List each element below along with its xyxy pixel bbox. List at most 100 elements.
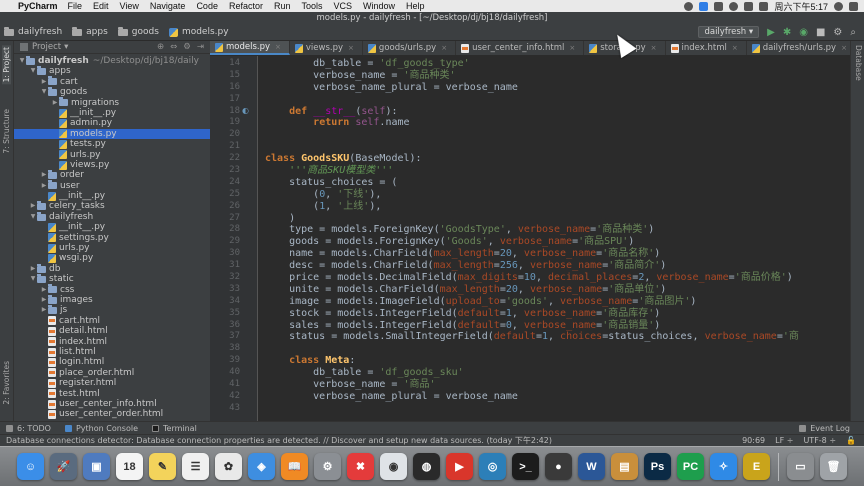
editor-icon[interactable]: E (743, 453, 770, 480)
close-icon[interactable]: × (651, 44, 657, 52)
photos-icon[interactable]: ✿ (215, 453, 242, 480)
python-console-tab[interactable]: Python Console (64, 424, 138, 433)
tree-item[interactable]: index.html (14, 337, 210, 347)
menu-tools[interactable]: Tools (301, 1, 322, 11)
code-line[interactable] (265, 403, 799, 415)
override-marker-icon[interactable]: ◐ (242, 106, 249, 115)
tree-item[interactable]: list.html (14, 347, 210, 357)
code-line[interactable]: type = models.ForeignKey('GoodsType', ve… (265, 224, 799, 236)
chevron-right-icon[interactable]: ▶ (40, 285, 48, 295)
tree-item[interactable]: ▶ order (14, 169, 210, 180)
tree-item[interactable]: tests.py (14, 139, 210, 149)
menu-view[interactable]: View (120, 1, 139, 11)
pycharm-icon[interactable]: PC (677, 453, 704, 480)
chevron-right-icon[interactable]: ▶ (51, 98, 59, 108)
caret-position[interactable]: 90:69 (742, 436, 765, 445)
code-line[interactable]: verbose_name_plural = verbose_name (265, 82, 799, 94)
code-line[interactable]: (0, '下线'), (265, 189, 799, 201)
code-line[interactable]: def __str__(self): (265, 106, 799, 118)
menu-code[interactable]: Code (196, 1, 218, 11)
chevron-right-icon[interactable]: ▶ (40, 181, 48, 191)
tree-item[interactable]: ▶ db (14, 263, 210, 274)
close-icon[interactable]: × (441, 44, 447, 52)
downloads-icon[interactable]: ▭ (787, 453, 814, 480)
chevron-right-icon[interactable]: ▶ (40, 77, 48, 87)
tree-item[interactable]: ▶ migrations (14, 97, 210, 108)
tree-item[interactable]: ▼ goods (14, 86, 210, 97)
run-config-select[interactable]: dailyfresh ▾ (698, 26, 760, 38)
chrome-icon[interactable]: ◉ (380, 453, 407, 480)
tree-item[interactable]: urls.py (14, 243, 210, 253)
tree-item[interactable]: ▶ cart (14, 76, 210, 87)
breadcrumb-apps[interactable]: apps (72, 26, 108, 37)
breadcrumb-goods[interactable]: goods (117, 26, 159, 37)
menu-help[interactable]: Help (406, 1, 425, 11)
lock-icon[interactable]: 🔓 (846, 436, 856, 445)
close-icon[interactable]: × (732, 44, 738, 52)
dropbox-icon[interactable] (699, 1, 709, 11)
close-icon[interactable]: × (348, 44, 354, 52)
chevron-down-icon[interactable]: ▼ (29, 66, 37, 76)
menu-navigate[interactable]: Navigate (150, 1, 186, 11)
xmind-icon[interactable]: ✖ (347, 453, 374, 480)
code-line[interactable]: '''商品SKU模型类''' (265, 165, 799, 177)
search-everywhere-icon[interactable]: ⌕ (850, 27, 856, 38)
terminal-icon[interactable]: >_ (512, 453, 539, 480)
editor-tab[interactable]: user_center_info.html × (456, 41, 585, 55)
tree-item[interactable]: test.html (14, 389, 210, 399)
code-line[interactable]: db_table = 'df_goods_sku' (265, 367, 799, 379)
menu-run[interactable]: Run (274, 1, 291, 11)
tree-item[interactable]: settings.py (14, 233, 210, 243)
line-separator[interactable]: LF ÷ (775, 436, 793, 445)
chevron-down-icon[interactable]: ▼ (40, 87, 48, 97)
trash-icon[interactable]: 🗑 (820, 453, 847, 480)
debug-icon[interactable]: ✱ (783, 27, 791, 38)
code-line[interactable]: status_choices = ( (265, 177, 799, 189)
close-icon[interactable]: × (841, 44, 847, 52)
code-line[interactable] (265, 343, 799, 355)
obs-icon[interactable]: ● (545, 453, 572, 480)
settings-icon[interactable]: ⚙ (833, 27, 842, 38)
tree-item[interactable]: register.html (14, 378, 210, 388)
code-line[interactable]: stock = models.IntegerField(default=1, v… (265, 308, 799, 320)
tree-item[interactable]: admin.py (14, 118, 210, 128)
battery-icon[interactable] (759, 1, 769, 11)
chevron-down-icon[interactable]: ▼ (29, 212, 37, 222)
scissors-icon[interactable] (684, 1, 694, 11)
code-line[interactable]: unite = models.CharField(max_length=20, … (265, 284, 799, 296)
locate-icon[interactable]: ⊕ (157, 42, 164, 52)
wifi-icon[interactable] (729, 1, 739, 11)
gear-icon[interactable]: ⚙ (183, 42, 191, 52)
tree-item[interactable]: ▶ images (14, 294, 210, 305)
close-icon[interactable]: × (569, 44, 575, 52)
code-line[interactable] (265, 94, 799, 106)
hide-icon[interactable]: ⇥ (197, 42, 204, 52)
code-line[interactable]: sales = models.IntegerField(default=0, v… (265, 320, 799, 332)
code-line[interactable]: (1, '上线'), (265, 201, 799, 213)
qq-icon[interactable]: ◍ (413, 453, 440, 480)
chevron-right-icon[interactable]: ▶ (40, 170, 48, 180)
menu-edit[interactable]: Edit (93, 1, 109, 11)
code-line[interactable]: ) (265, 213, 799, 225)
tree-item[interactable]: views.py (14, 160, 210, 170)
tree-item[interactable]: ▶ js (14, 305, 210, 315)
word-icon[interactable]: W (578, 453, 605, 480)
code-line[interactable]: return self.name (265, 117, 799, 129)
status-message[interactable]: Database connections detector: Database … (6, 435, 732, 446)
tree-item[interactable]: ▶ celery_tasks (14, 201, 210, 211)
tool-tab-project[interactable]: 1: Project (2, 45, 11, 85)
volume-icon[interactable] (744, 1, 754, 11)
project-panel-title[interactable]: Project (32, 42, 61, 52)
editor-tab[interactable]: views.py × (290, 41, 363, 55)
tool-tab-database[interactable]: Database (854, 45, 863, 81)
launchpad-icon[interactable]: 🚀 (50, 453, 77, 480)
code-line[interactable]: desc = models.CharField(max_length=256, … (265, 260, 799, 272)
stop-icon[interactable]: ■ (816, 27, 825, 38)
screen-icon[interactable] (714, 1, 724, 11)
run-icon[interactable]: ▶ (767, 27, 775, 38)
photoshop-icon[interactable]: Ps (644, 453, 671, 480)
tool-tab-favorites[interactable]: 2: Favorites (2, 361, 11, 405)
code-line[interactable]: verbose_name_plural = verbose_name (265, 391, 799, 403)
chevron-down-icon[interactable]: ▾ (64, 42, 68, 52)
ibooks-icon[interactable]: 📖 (281, 453, 308, 480)
